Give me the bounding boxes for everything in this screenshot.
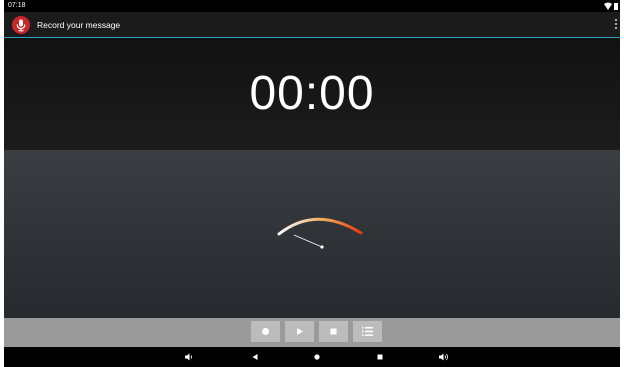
stop-button[interactable] — [319, 321, 348, 342]
level-meter — [277, 217, 363, 249]
meter-pivot — [320, 245, 324, 249]
volume-up-icon — [439, 353, 448, 361]
overflow-dot — [615, 27, 617, 29]
timer-display: 00:00 — [249, 67, 375, 120]
status-time: 07:18 — [8, 2, 26, 9]
volume-down-icon — [185, 353, 192, 361]
recordings-list-button[interactable] — [353, 321, 382, 342]
device-screen: 07:18 Record your message 00:00 — [4, 0, 620, 367]
record-button[interactable] — [251, 321, 280, 342]
app-title: Record your message — [37, 20, 121, 30]
wifi-icon — [604, 2, 612, 10]
microphone-icon — [12, 16, 30, 34]
timer-panel: 00:00 — [4, 38, 620, 150]
volume-down-button[interactable] — [182, 350, 196, 364]
status-icons — [604, 2, 618, 10]
play-icon — [297, 328, 303, 335]
app-bar: Record your message — [4, 12, 620, 38]
overflow-menu-button[interactable] — [614, 19, 618, 31]
overflow-menu-icon — [615, 19, 617, 21]
play-button[interactable] — [285, 321, 314, 342]
navigation-bar — [4, 347, 620, 367]
overflow-dot — [615, 23, 617, 25]
meter-needle — [293, 234, 323, 248]
record-icon — [262, 328, 269, 335]
controls-bar — [4, 318, 620, 347]
battery-icon — [614, 3, 618, 10]
stop-icon — [330, 328, 337, 335]
recents-button[interactable] — [373, 350, 387, 364]
list-icon — [362, 327, 373, 336]
back-button[interactable] — [248, 350, 262, 364]
home-button[interactable] — [310, 350, 324, 364]
meter-panel — [4, 150, 620, 318]
meter-arc — [277, 217, 363, 236]
volume-up-button[interactable] — [437, 350, 451, 364]
recents-icon — [377, 354, 383, 360]
status-bar: 07:18 — [4, 0, 620, 12]
home-icon — [314, 354, 320, 360]
back-icon — [252, 354, 258, 360]
